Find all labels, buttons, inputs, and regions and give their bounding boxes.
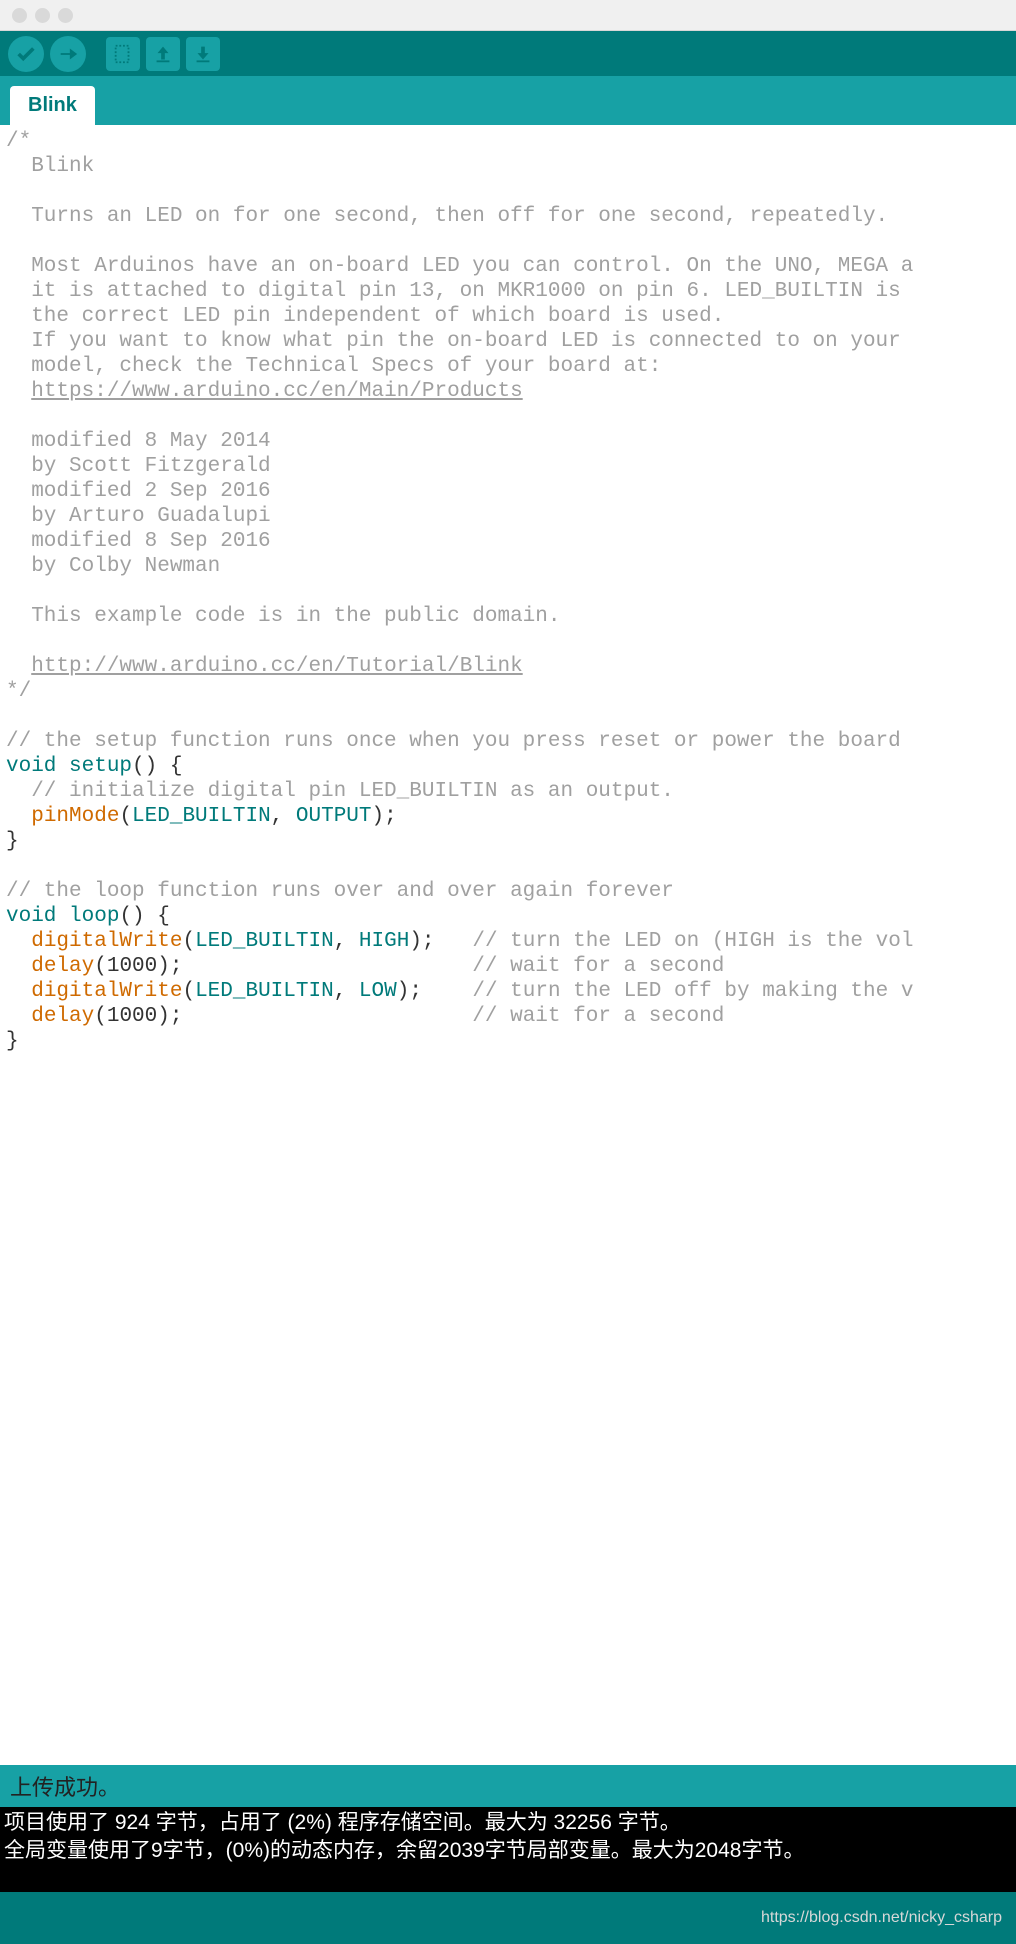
verify-button[interactable] bbox=[8, 36, 44, 72]
code-text: , bbox=[271, 805, 296, 828]
code-comment: // wait for a second bbox=[472, 1005, 724, 1028]
code-comment: Turns an LED on for one second, then off… bbox=[6, 205, 888, 228]
code-link[interactable]: https://www.arduino.cc/en/Main/Products bbox=[31, 380, 522, 403]
upload-button[interactable] bbox=[50, 36, 86, 72]
code-comment: modified 2 Sep 2016 bbox=[6, 480, 271, 503]
console-line: 全局变量使用了9字节，(0%)的动态内存，余留2039字节局部变量。最大为204… bbox=[4, 1839, 804, 1862]
code-constant: OUTPUT bbox=[296, 805, 372, 828]
code-comment: This example code is in the public domai… bbox=[6, 605, 561, 628]
code-comment: // the loop function runs over and over … bbox=[6, 880, 674, 903]
code-constant: LOW bbox=[359, 980, 397, 1003]
code-keyword: void bbox=[6, 905, 56, 928]
code-text: (1000); bbox=[94, 1005, 472, 1028]
check-icon bbox=[15, 43, 37, 65]
toolbar bbox=[0, 31, 1016, 76]
status-message: 上传成功。 bbox=[10, 1770, 120, 1802]
code-comment: // wait for a second bbox=[472, 955, 724, 978]
status-bar: 上传成功。 bbox=[0, 1765, 1016, 1807]
code-comment: // the setup function runs once when you… bbox=[6, 730, 901, 753]
code-constant: LED_BUILTIN bbox=[195, 930, 334, 953]
code-function: delay bbox=[31, 1005, 94, 1028]
code-text: ); bbox=[372, 805, 397, 828]
code-comment: by Scott Fitzgerald bbox=[6, 455, 271, 478]
code-constant: LED_BUILTIN bbox=[132, 805, 271, 828]
sketch-tab[interactable]: Blink bbox=[10, 86, 95, 125]
new-sketch-button[interactable] bbox=[106, 37, 140, 71]
code-text: ); bbox=[409, 930, 472, 953]
code-text: ( bbox=[119, 805, 132, 828]
arrow-down-icon bbox=[192, 43, 214, 65]
code-text bbox=[6, 930, 31, 953]
code-comment: Most Arduinos have an on-board LED you c… bbox=[6, 255, 913, 278]
code-keyword: void bbox=[6, 755, 56, 778]
code-text: } bbox=[6, 830, 19, 853]
code-comment: the correct LED pin independent of which… bbox=[6, 305, 724, 328]
code-text: , bbox=[334, 930, 359, 953]
watermark-text: https://blog.csdn.net/nicky_csharp bbox=[761, 1909, 1002, 1927]
code-constant: LED_BUILTIN bbox=[195, 980, 334, 1003]
output-console[interactable]: 项目使用了 924 字节，占用了 (2%) 程序存储空间。最大为 32256 字… bbox=[0, 1807, 1016, 1892]
code-comment: Blink bbox=[6, 155, 94, 178]
open-button[interactable] bbox=[146, 37, 180, 71]
code-text: () { bbox=[119, 905, 169, 928]
code-comment: // turn the LED on (HIGH is the vol bbox=[472, 930, 913, 953]
code-text bbox=[6, 980, 31, 1003]
arrow-right-icon bbox=[57, 43, 79, 65]
code-comment: If you want to know what pin the on-boar… bbox=[6, 330, 901, 353]
code-comment: modified 8 Sep 2016 bbox=[6, 530, 271, 553]
code-function: digitalWrite bbox=[31, 930, 182, 953]
code-comment: by Colby Newman bbox=[6, 555, 220, 578]
tab-bar: Blink bbox=[0, 76, 1016, 125]
code-comment: by Arturo Guadalupi bbox=[6, 505, 271, 528]
code-text bbox=[6, 955, 31, 978]
code-text bbox=[6, 805, 31, 828]
code-comment bbox=[6, 380, 31, 403]
code-comment bbox=[6, 655, 31, 678]
code-function: digitalWrite bbox=[31, 980, 182, 1003]
bottom-bar: https://blog.csdn.net/nicky_csharp bbox=[0, 1892, 1016, 1944]
new-file-icon bbox=[112, 43, 134, 65]
window-close-button[interactable] bbox=[12, 8, 27, 23]
window-titlebar bbox=[0, 0, 1016, 31]
code-text: (1000); bbox=[94, 955, 472, 978]
save-button[interactable] bbox=[186, 37, 220, 71]
code-comment: // turn the LED off by making the v bbox=[472, 980, 913, 1003]
code-link[interactable]: http://www.arduino.cc/en/Tutorial/Blink bbox=[31, 655, 522, 678]
code-text bbox=[6, 1005, 31, 1028]
code-text: ( bbox=[182, 980, 195, 1003]
code-text: ( bbox=[182, 930, 195, 953]
code-function: loop bbox=[56, 905, 119, 928]
code-comment: */ bbox=[6, 680, 31, 703]
code-editor[interactable]: /* Blink Turns an LED on for one second,… bbox=[0, 125, 1016, 1765]
console-line: 项目使用了 924 字节，占用了 (2%) 程序存储空间。最大为 32256 字… bbox=[4, 1811, 681, 1834]
code-function: pinMode bbox=[31, 805, 119, 828]
code-function: delay bbox=[31, 955, 94, 978]
code-text: , bbox=[334, 980, 359, 1003]
arrow-up-icon bbox=[152, 43, 174, 65]
code-function: setup bbox=[56, 755, 132, 778]
code-comment: modified 8 May 2014 bbox=[6, 430, 271, 453]
window-zoom-button[interactable] bbox=[58, 8, 73, 23]
code-comment: it is attached to digital pin 13, on MKR… bbox=[6, 280, 913, 303]
window-minimize-button[interactable] bbox=[35, 8, 50, 23]
code-comment: // initialize digital pin LED_BUILTIN as… bbox=[6, 780, 674, 803]
code-text: ); bbox=[397, 980, 473, 1003]
code-constant: HIGH bbox=[359, 930, 409, 953]
code-comment: /* bbox=[6, 130, 31, 153]
code-text: } bbox=[6, 1030, 19, 1053]
code-comment: model, check the Technical Specs of your… bbox=[6, 355, 661, 378]
code-text: () { bbox=[132, 755, 182, 778]
